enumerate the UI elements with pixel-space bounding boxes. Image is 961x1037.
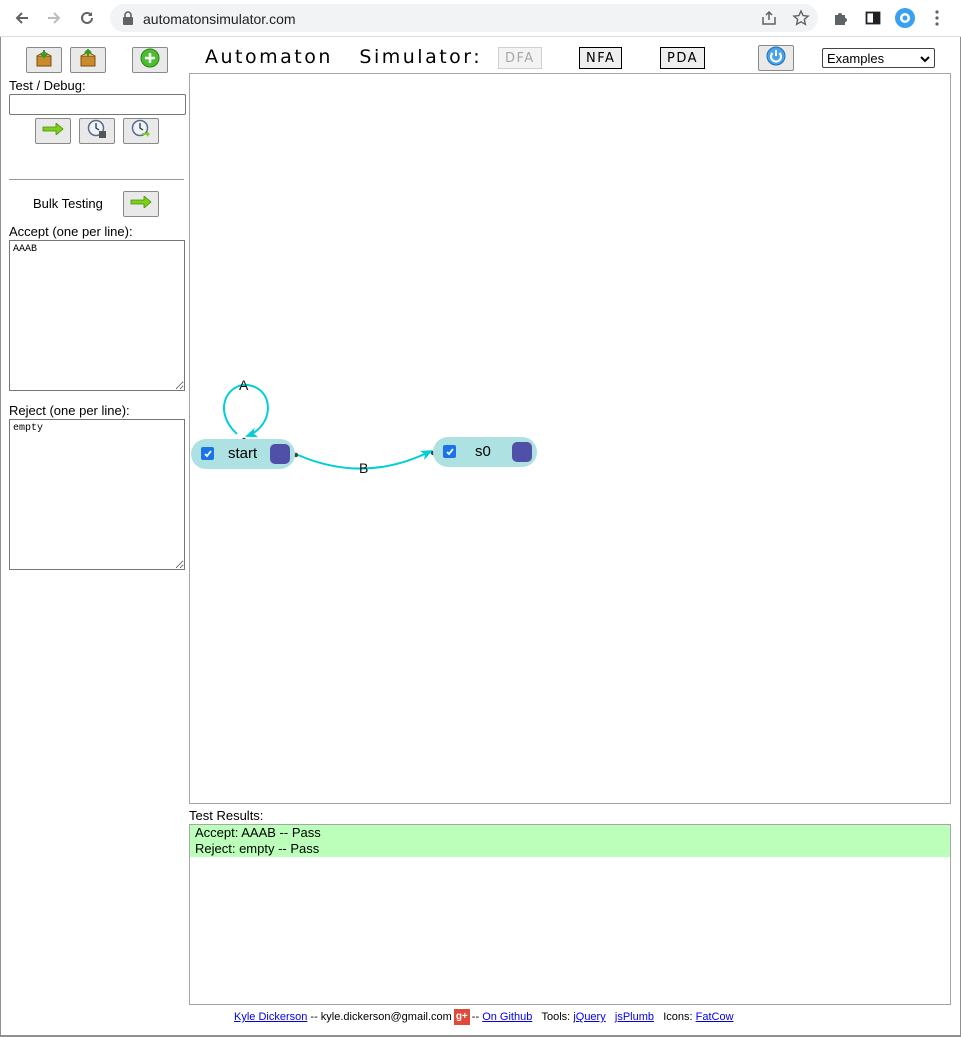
- box-load-icon: [78, 48, 98, 72]
- automaton-canvas[interactable]: A B start s0: [189, 73, 951, 804]
- forward-arrow-icon[interactable]: [42, 6, 66, 30]
- add-state-button[interactable]: [132, 47, 168, 73]
- author-link[interactable]: Kyle Dickerson: [234, 1011, 307, 1023]
- result-row: Reject: empty -- Pass: [190, 841, 950, 857]
- state-drag-handle[interactable]: [270, 444, 290, 464]
- chevron-down-icon: [920, 51, 930, 66]
- test-debug-label: Test / Debug:: [9, 78, 86, 93]
- plus-circle-icon: [140, 48, 160, 73]
- clock-go-icon: [131, 119, 151, 144]
- extensions-puzzle-icon[interactable]: [830, 7, 852, 29]
- edge-label-start-s0[interactable]: B: [359, 460, 368, 476]
- state-name: start: [228, 445, 258, 462]
- bookmark-star-icon[interactable]: [792, 9, 810, 32]
- pda-mode-button[interactable]: PDA: [660, 47, 706, 69]
- window-border: [0, 37, 1, 1037]
- fatcow-link[interactable]: FatCow: [696, 1011, 734, 1023]
- test-results-panel: Accept: AAAB -- Pass Reject: empty -- Pa…: [189, 824, 951, 1005]
- box-save-icon: [34, 49, 54, 72]
- state-start[interactable]: start: [191, 439, 295, 469]
- accept-textarea[interactable]: AAAB: [9, 240, 185, 391]
- browser-toolbar: automatonsimulator.com: [0, 0, 961, 37]
- load-box-button[interactable]: [70, 47, 106, 73]
- accepting-checkbox[interactable]: [201, 447, 214, 460]
- tools-label: Tools:: [541, 1011, 571, 1023]
- green-arrow-icon: [42, 122, 64, 140]
- state-name: s0: [475, 443, 491, 460]
- test-results-label: Test Results:: [189, 808, 264, 823]
- sidebar-divider: [9, 179, 184, 180]
- run-test-button[interactable]: [35, 118, 71, 144]
- bulk-test-run-button[interactable]: [123, 191, 159, 217]
- save-box-button[interactable]: [26, 47, 62, 73]
- reload-icon[interactable]: [75, 6, 99, 30]
- app-title: Automaton Simulator:: [205, 46, 483, 68]
- icons-label: Icons:: [663, 1011, 693, 1023]
- github-link[interactable]: On Github: [482, 1011, 532, 1023]
- power-icon: [766, 46, 786, 71]
- side-panel-icon[interactable]: [862, 7, 884, 29]
- share-icon[interactable]: [760, 9, 778, 32]
- url-text: automatonsimulator.com: [143, 11, 296, 27]
- debug-start-button[interactable]: [79, 118, 115, 144]
- back-arrow-icon[interactable]: [10, 6, 34, 30]
- transition-edges: [223, 383, 436, 470]
- profile-avatar-icon[interactable]: [894, 7, 916, 29]
- state-drag-handle[interactable]: [512, 442, 532, 462]
- bulk-testing-label: Bulk Testing: [33, 196, 103, 211]
- accept-label: Accept (one per line):: [9, 224, 133, 239]
- footer: Kyle Dickerson -- kyle.dickerson@gmail.c…: [234, 1009, 734, 1025]
- clock-stop-icon: [87, 119, 107, 144]
- examples-select-value: Examples: [827, 50, 885, 66]
- reject-label: Reject (one per line):: [9, 403, 130, 418]
- menu-kebab-icon[interactable]: [926, 7, 948, 29]
- dfa-mode-button[interactable]: DFA: [498, 47, 542, 69]
- result-row: Accept: AAAB -- Pass: [190, 825, 950, 841]
- jsplumb-link[interactable]: jsPlumb: [615, 1011, 654, 1023]
- address-bar[interactable]: automatonsimulator.com: [110, 4, 818, 32]
- footer-separator: --: [471, 1011, 480, 1023]
- state-s0[interactable]: s0: [433, 437, 537, 467]
- debug-step-button[interactable]: [123, 118, 159, 144]
- lock-icon: [122, 11, 134, 30]
- jquery-link[interactable]: jQuery: [573, 1011, 605, 1023]
- green-arrow-icon: [130, 195, 152, 213]
- nfa-mode-button[interactable]: NFA: [579, 47, 623, 69]
- email-text: -- kyle.dickerson@gmail.com: [310, 1011, 452, 1023]
- accepting-checkbox[interactable]: [443, 445, 456, 458]
- examples-select[interactable]: Examples: [822, 48, 935, 68]
- test-input[interactable]: [9, 94, 186, 115]
- google-plus-icon[interactable]: g+: [453, 1009, 470, 1025]
- edge-label-loop[interactable]: A: [239, 377, 248, 393]
- reject-textarea[interactable]: empty: [9, 419, 185, 570]
- reset-power-button[interactable]: [758, 45, 794, 71]
